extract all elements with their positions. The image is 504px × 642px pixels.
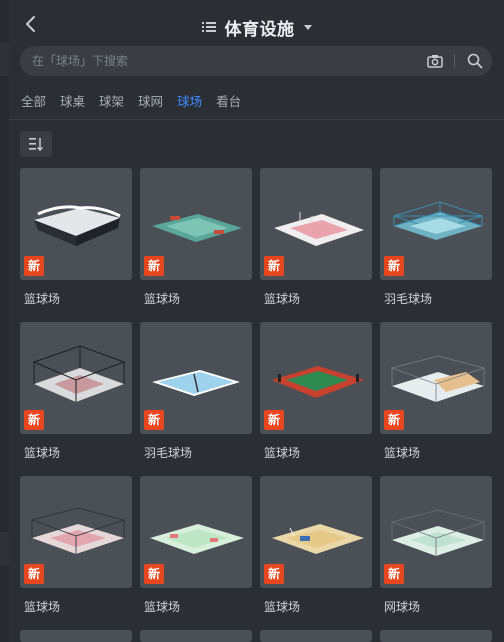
asset-label: 羽毛球场 [384, 292, 433, 306]
tab-tables[interactable]: 球桌 [60, 90, 85, 114]
tab-all[interactable]: 全部 [21, 90, 46, 114]
search-button[interactable] [466, 52, 484, 70]
asset-panel: 体育设施 全部 球桌 球架 球网 球场 看台 [9, 0, 504, 642]
sort-icon [29, 138, 44, 152]
search-divider [454, 54, 455, 68]
asset-thumbnail-partial[interactable] [20, 630, 132, 642]
new-badge: 新 [384, 256, 404, 276]
new-badge: 新 [384, 410, 404, 430]
new-badge: 新 [144, 564, 164, 584]
header: 体育设施 [9, 0, 504, 46]
asset-label: 篮球场 [24, 446, 61, 460]
camera-icon [427, 55, 443, 68]
asset-card[interactable]: 新篮球场 [140, 476, 252, 616]
asset-thumbnail-partial[interactable] [260, 630, 372, 642]
page-title: 体育设施 [224, 19, 295, 39]
tab-racks[interactable]: 球架 [99, 90, 124, 114]
asset-label: 羽毛球场 [144, 446, 193, 460]
asset-card[interactable]: 新篮球场 [260, 322, 372, 462]
new-badge: 新 [144, 256, 164, 276]
asset-thumbnail-partial[interactable] [380, 630, 492, 642]
asset-card[interactable]: 新篮球场 [20, 168, 132, 308]
search-input[interactable] [32, 46, 412, 76]
strip-mark [0, 532, 9, 566]
category-selector[interactable]: 体育设施 [9, 14, 504, 40]
new-badge: 新 [384, 564, 404, 584]
asset-label: 篮球场 [24, 292, 61, 306]
asset-card[interactable]: 新篮球场 [140, 168, 252, 308]
search-bar [20, 46, 492, 76]
tab-nets[interactable]: 球网 [138, 90, 163, 114]
asset-card[interactable]: 新篮球场 [20, 322, 132, 462]
asset-card[interactable]: 新羽毛球场 [140, 322, 252, 462]
category-tabs: 全部 球桌 球架 球网 球场 看台 [21, 90, 241, 114]
list-icon [201, 22, 216, 32]
asset-card[interactable]: 新篮球场 [260, 476, 372, 616]
new-badge: 新 [24, 564, 44, 584]
caret-down-icon [303, 25, 312, 30]
asset-label: 篮球场 [264, 600, 301, 614]
asset-label: 篮球场 [24, 600, 61, 614]
new-badge: 新 [264, 564, 284, 584]
asset-card[interactable]: 新篮球场 [260, 168, 372, 308]
tab-stands[interactable]: 看台 [216, 90, 241, 114]
new-badge: 新 [144, 410, 164, 430]
new-badge: 新 [24, 410, 44, 430]
asset-label: 篮球场 [384, 446, 421, 460]
image-search-button[interactable] [426, 52, 444, 70]
asset-card[interactable]: 新篮球场 [20, 476, 132, 616]
asset-card[interactable]: 新羽毛球场 [380, 168, 492, 308]
new-badge: 新 [264, 256, 284, 276]
left-edge-strip [0, 0, 9, 642]
tabs-divider [9, 119, 504, 120]
new-badge: 新 [24, 256, 44, 276]
tab-courts[interactable]: 球场 [177, 90, 202, 114]
asset-label: 篮球场 [144, 600, 181, 614]
asset-label: 网球场 [384, 600, 421, 614]
strip-mark [0, 42, 9, 76]
asset-card[interactable]: 新篮球场 [380, 322, 492, 462]
sort-button[interactable] [20, 131, 52, 157]
asset-label: 篮球场 [144, 292, 181, 306]
asset-card[interactable]: 新网球场 [380, 476, 492, 616]
search-icon [467, 53, 483, 69]
asset-thumbnail-partial[interactable] [140, 630, 252, 642]
new-badge: 新 [264, 410, 284, 430]
asset-label: 篮球场 [264, 292, 301, 306]
asset-label: 篮球场 [264, 446, 301, 460]
